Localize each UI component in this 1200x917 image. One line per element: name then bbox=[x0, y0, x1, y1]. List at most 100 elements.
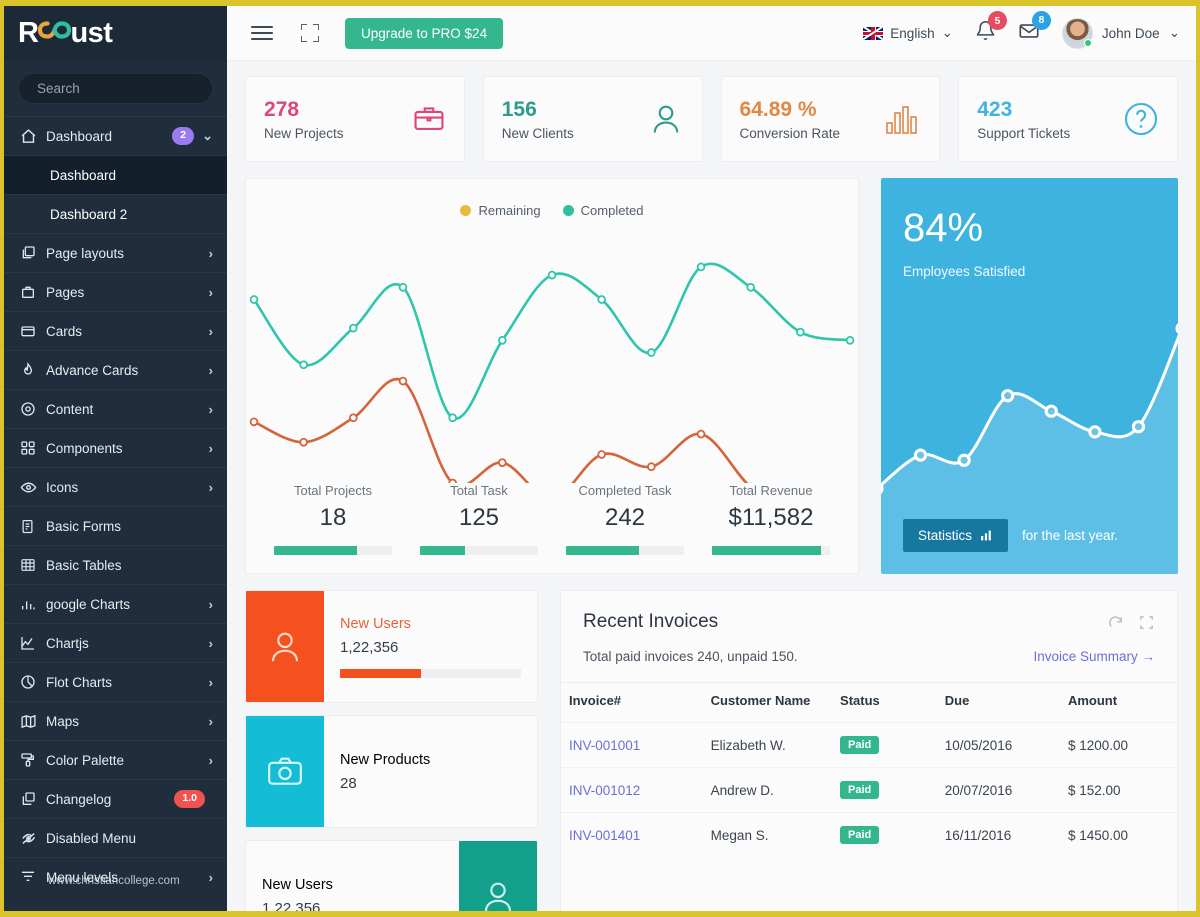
sidebar-item-page-layouts[interactable]: Page layouts › bbox=[4, 233, 227, 272]
cell-customer: Megan S. bbox=[702, 812, 833, 857]
invoice-summary-link[interactable]: Invoice Summary → bbox=[1033, 649, 1155, 664]
cell-invoice[interactable]: INV-001012 bbox=[561, 767, 703, 813]
cell-invoice[interactable]: INV-001401 bbox=[561, 812, 703, 857]
search-input[interactable]: Search bbox=[18, 73, 213, 104]
cell-due: 20/07/2016 bbox=[936, 767, 1060, 813]
mini-card-body: New Users 1,22,356 bbox=[246, 841, 459, 912]
filter-icon bbox=[20, 869, 46, 885]
sidebar-item-menu-levels[interactable]: Menu levels › bbox=[4, 857, 227, 896]
legend-item-remaining[interactable]: Remaining bbox=[460, 203, 541, 218]
form-icon bbox=[20, 519, 46, 534]
target-icon bbox=[20, 401, 46, 417]
user-icon bbox=[246, 591, 324, 702]
statistics-button[interactable]: Statistics bbox=[903, 519, 1009, 552]
expand-icon[interactable] bbox=[1138, 614, 1155, 631]
sidebar-item-pages[interactable]: Pages › bbox=[4, 272, 227, 311]
sidebar-item-basic-tables[interactable]: Basic Tables bbox=[4, 545, 227, 584]
logo[interactable]: R ust bbox=[4, 6, 227, 61]
language-selector[interactable]: English ⌄ bbox=[863, 25, 953, 41]
sidebar-item-label: Menu levels bbox=[46, 869, 119, 885]
table-row[interactable]: INV-001012 Andrew D. Paid 20/07/2016 $ 1… bbox=[561, 767, 1177, 813]
line-chart bbox=[249, 262, 855, 483]
user-menu[interactable]: John Doe ⌄ bbox=[1061, 17, 1180, 49]
messages-button[interactable]: 8 bbox=[1018, 10, 1051, 47]
copy-icon bbox=[20, 791, 46, 807]
sidebar-item-google-charts[interactable]: google Charts › bbox=[4, 584, 227, 623]
sidebar-subitem-dashboard[interactable]: Dashboard bbox=[4, 155, 227, 194]
mini-card-new-users[interactable]: New Users 1,22,356 bbox=[245, 590, 538, 703]
sidebar-item-icons[interactable]: Icons › bbox=[4, 467, 227, 506]
stat-card-conversion-rate[interactable]: 64.89 % Conversion Rate bbox=[720, 76, 941, 162]
invoices-title: Recent Invoices bbox=[583, 611, 719, 632]
sidebar-item-dashboard[interactable]: Dashboard 2 ⌄ bbox=[4, 116, 227, 155]
status-badge: Paid bbox=[840, 781, 880, 799]
notifications-button[interactable]: 5 bbox=[975, 11, 1007, 46]
sidebar-item-components[interactable]: Components › bbox=[4, 428, 227, 467]
column-due: Due bbox=[936, 682, 1060, 723]
legend-item-completed[interactable]: Completed bbox=[562, 203, 644, 218]
fullscreen-icon[interactable] bbox=[301, 24, 319, 42]
sidebar-subitem-dashboard-2[interactable]: Dashboard 2 bbox=[4, 194, 227, 233]
bar-chart-icon bbox=[20, 596, 46, 612]
employee-satisfaction-card: 84% Employees Satisfied Statistics for t… bbox=[881, 178, 1178, 574]
briefcase-icon bbox=[414, 107, 444, 130]
question-icon bbox=[1124, 102, 1158, 136]
sidebar-item-basic-forms[interactable]: Basic Forms bbox=[4, 506, 227, 545]
cell-customer: Andrew D. bbox=[702, 767, 833, 813]
refresh-icon[interactable] bbox=[1107, 614, 1124, 631]
sidebar-item-label: Basic Forms bbox=[46, 518, 122, 534]
sidebar-item-changelog[interactable]: Changelog 1.0 bbox=[4, 779, 227, 818]
invoices-subtext-row: Total paid invoices 240, unpaid 150. Inv… bbox=[561, 633, 1177, 682]
cell-invoice[interactable]: INV-001001 bbox=[561, 722, 703, 768]
chevron-down-icon[interactable]: ⌄ bbox=[202, 128, 213, 144]
table-row[interactable]: INV-001401 Megan S. Paid 16/11/2016 $ 14… bbox=[561, 812, 1177, 857]
mini-card-new-users-2[interactable]: New Users 1,22,356 bbox=[245, 840, 538, 911]
card-icon bbox=[20, 323, 46, 339]
mini-card-new-products[interactable]: New Products 28 bbox=[245, 715, 538, 828]
bottom-row: New Users 1,22,356 New Products 28 New U… bbox=[245, 590, 1178, 911]
sidebar-item-advance-cards[interactable]: Advance Cards › bbox=[4, 350, 227, 389]
invoices-header: Recent Invoices bbox=[561, 591, 1177, 633]
summary-value: 18 bbox=[319, 504, 347, 531]
sidebar-item-color-palette[interactable]: Color Palette › bbox=[4, 740, 227, 779]
sidebar-item-flot-charts[interactable]: Flot Charts › bbox=[4, 662, 227, 701]
sidebar-subitem-label: Dashboard bbox=[50, 167, 117, 183]
invoices-table: Invoice# Customer Name Status Due Amount… bbox=[561, 682, 1177, 857]
upgrade-to-pro-button[interactable]: Upgrade to PRO $24 bbox=[345, 17, 504, 49]
summary-title: Completed Task bbox=[578, 483, 672, 498]
sidebar-item-label: Content bbox=[46, 401, 94, 417]
stat-card-new-clients[interactable]: 156 New Clients bbox=[482, 76, 703, 162]
uk-flag-icon bbox=[863, 26, 884, 40]
topbar: Upgrade to PRO $24 English ⌄ 5 8 John Do… bbox=[227, 6, 1196, 61]
summary-value: 242 bbox=[604, 504, 646, 531]
menu-toggle-icon[interactable] bbox=[251, 26, 273, 40]
mid-row: Remaining Completed Total Projects 18 To… bbox=[245, 178, 1178, 574]
column-invoice: Invoice# bbox=[561, 682, 703, 723]
sidebar-item-maps[interactable]: Maps › bbox=[4, 701, 227, 740]
progress-bar bbox=[274, 546, 392, 555]
sidebar-item-chartjs[interactable]: Chartjs › bbox=[4, 623, 227, 662]
sidebar-nav: Dashboard 2 ⌄ Dashboard Dashboard 2 Page… bbox=[4, 114, 227, 896]
stat-card-support-tickets[interactable]: 423 Support Tickets bbox=[958, 76, 1178, 162]
mini-cards-column: New Users 1,22,356 New Products 28 New U… bbox=[245, 590, 538, 911]
satisfaction-footer: Statistics for the last year. bbox=[903, 519, 1118, 552]
dashboard-badge: 2 bbox=[172, 127, 195, 145]
stat-card-new-projects[interactable]: 278 New Projects bbox=[245, 76, 465, 162]
stat-label: New Projects bbox=[264, 126, 344, 142]
grid-icon bbox=[20, 440, 46, 456]
mini-card-title: New Users bbox=[340, 615, 411, 632]
sidebar-item-content[interactable]: Content › bbox=[4, 389, 227, 428]
cell-due: 16/11/2016 bbox=[936, 812, 1060, 857]
status-badge: Paid bbox=[840, 826, 880, 844]
status-badge: Paid bbox=[840, 736, 880, 754]
sidebar-item-cards[interactable]: Cards › bbox=[4, 311, 227, 350]
stat-value: 64.89 % bbox=[739, 97, 817, 121]
eye-off-icon bbox=[20, 830, 46, 847]
table-row[interactable]: INV-001001 Elizabeth W. Paid 10/05/2016 … bbox=[561, 722, 1177, 768]
sidebar-item-disabled-menu[interactable]: Disabled Menu bbox=[4, 818, 227, 857]
satisfaction-label: Employees Satisfied bbox=[903, 264, 1026, 279]
cell-status: Paid bbox=[832, 767, 937, 813]
notifications-badge: 5 bbox=[987, 11, 1007, 30]
cell-due: 10/05/2016 bbox=[936, 722, 1060, 768]
sidebar-item-label: Disabled Menu bbox=[46, 830, 137, 846]
